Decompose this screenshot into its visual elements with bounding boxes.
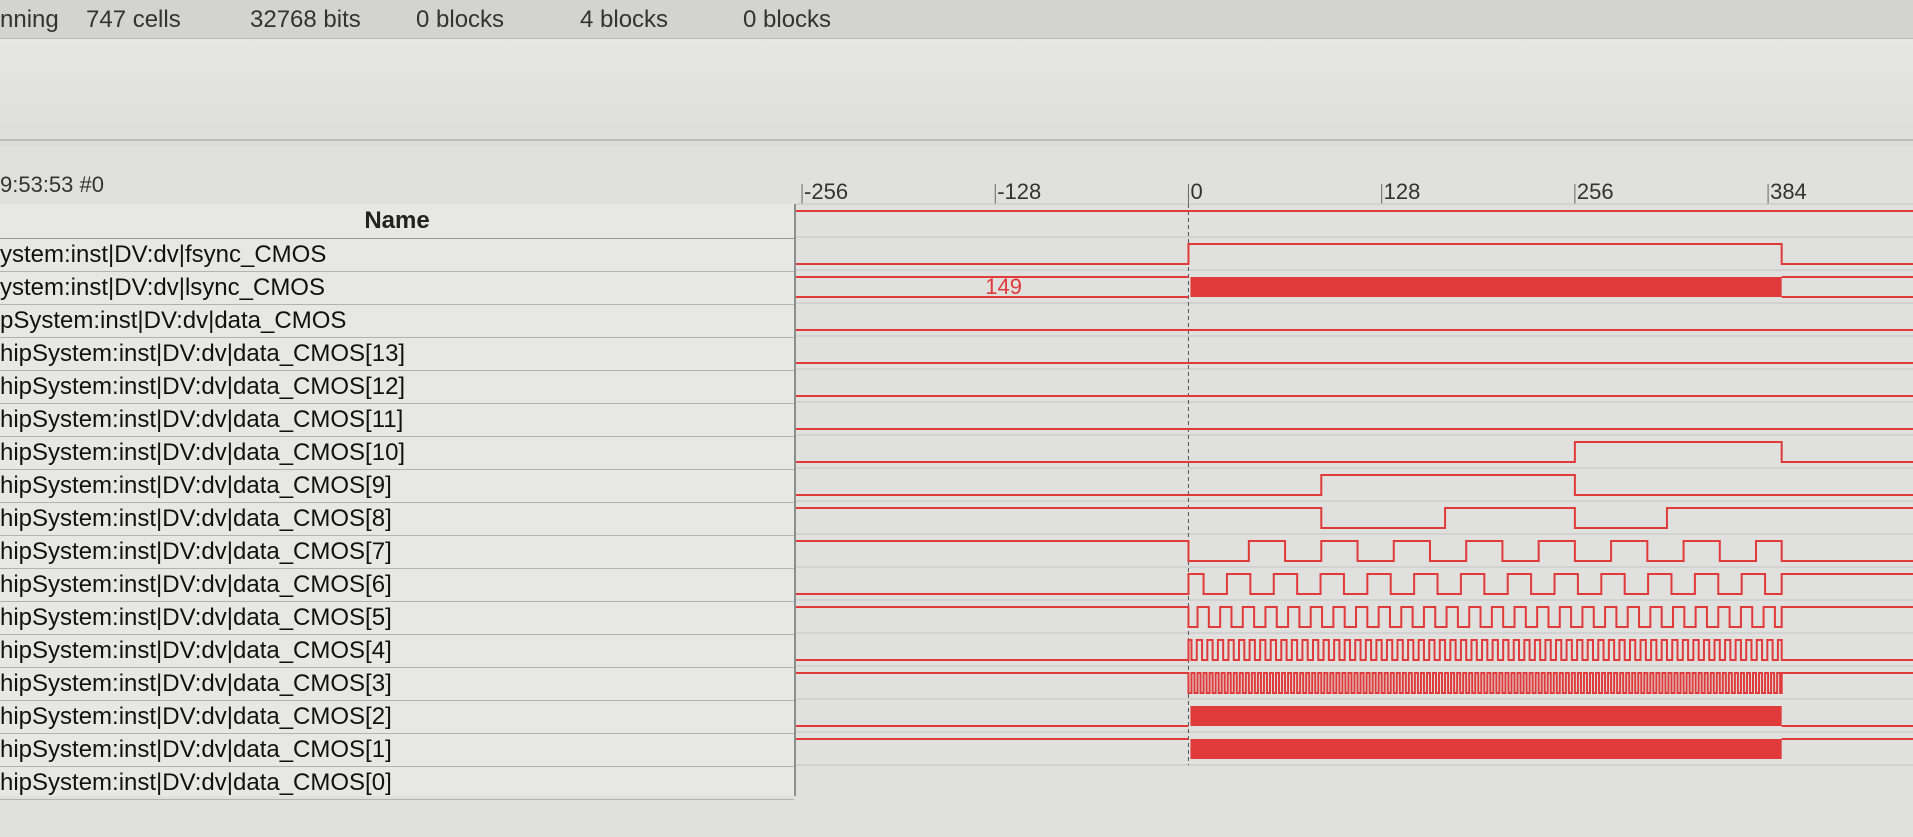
waveform-canvas[interactable]: -256 -128 0 128 256 384 149 xyxy=(796,165,1913,805)
blank-panel xyxy=(0,39,1913,141)
name-column-header[interactable]: Name xyxy=(0,204,794,239)
signal-name-row[interactable]: hipSystem:inst|DV:dv|data_CMOS[8] xyxy=(0,502,794,536)
bit-wave xyxy=(796,540,1913,562)
bit-dense-block xyxy=(1190,706,1782,726)
bit-dense-block xyxy=(1190,739,1782,759)
status-blocks-2: 4 blocks xyxy=(580,6,669,33)
waveform-area[interactable]: -256 -128 0 128 256 384 149 xyxy=(796,165,1913,805)
signal-names-column: Name ystem:inst|DV:dv|fsync_CMOS ystem:in… xyxy=(0,204,796,800)
signal-name-row[interactable]: hipSystem:inst|DV:dv|data_CMOS[6] xyxy=(0,568,794,602)
signal-name-row[interactable]: hipSystem:inst|DV:dv|data_CMOS[4] xyxy=(0,634,794,668)
signal-name-row[interactable]: hipSystem:inst|DV:dv|data_CMOS[7] xyxy=(0,535,794,569)
bus-data-block xyxy=(1190,277,1782,297)
status-bits: 32768 bits xyxy=(250,6,361,33)
status-item: nning xyxy=(0,6,59,33)
bit-wave xyxy=(796,474,1913,496)
status-blocks-3: 0 blocks xyxy=(743,6,832,33)
signal-name-row[interactable]: hipSystem:inst|DV:dv|data_CMOS[9] xyxy=(0,469,794,503)
bit-wave xyxy=(796,639,1913,661)
status-blocks-1: 0 blocks xyxy=(416,6,505,33)
lsync-wave xyxy=(796,243,1913,265)
signal-name-row[interactable]: ystem:inst|DV:dv|fsync_CMOS xyxy=(0,238,794,272)
signal-name-row[interactable]: ystem:inst|DV:dv|lsync_CMOS xyxy=(0,271,794,305)
timeline-tick-label: -256 xyxy=(804,179,848,204)
timeline-tick-label: 384 xyxy=(1770,179,1807,204)
bus-value-label: 149 xyxy=(985,274,1022,299)
signal-name-row[interactable]: hipSystem:inst|DV:dv|data_CMOS[3] xyxy=(0,667,794,701)
bit-wave xyxy=(796,672,1913,694)
bit-wave xyxy=(796,606,1913,628)
timeline-tick-label: -128 xyxy=(997,179,1041,204)
signal-name-row[interactable]: hipSystem:inst|DV:dv|data_CMOS[12] xyxy=(0,370,794,404)
signal-name-row[interactable]: hipSystem:inst|DV:dv|data_CMOS[11] xyxy=(0,403,794,437)
timeline-tick-label: 0 xyxy=(1190,179,1202,204)
signal-name-row[interactable]: hipSystem:inst|DV:dv|data_CMOS[2] xyxy=(0,700,794,734)
timeline-tick-label: 128 xyxy=(1384,179,1421,204)
signal-name-row[interactable]: hipSystem:inst|DV:dv|data_CMOS[13] xyxy=(0,337,794,371)
signal-name-row[interactable]: hipSystem:inst|DV:dv|data_CMOS[1] xyxy=(0,733,794,767)
bit-wave xyxy=(796,573,1913,595)
bit-wave xyxy=(796,441,1913,463)
status-cells: 747 cells xyxy=(86,6,181,33)
status-bar: nning 747 cells 32768 bits 0 blocks 4 bl… xyxy=(0,0,1913,39)
timeline-tick-label: 256 xyxy=(1577,179,1614,204)
signal-name-row[interactable]: hipSystem:inst|DV:dv|data_CMOS[5] xyxy=(0,601,794,635)
bit-wave xyxy=(796,507,1913,529)
signal-name-row[interactable]: pSystem:inst|DV:dv|data_CMOS xyxy=(0,304,794,338)
signal-name-row[interactable]: hipSystem:inst|DV:dv|data_CMOS[10] xyxy=(0,436,794,470)
signal-name-row[interactable]: hipSystem:inst|DV:dv|data_CMOS[0] xyxy=(0,766,794,800)
time-label: 9:53:53 #0 xyxy=(0,172,104,197)
